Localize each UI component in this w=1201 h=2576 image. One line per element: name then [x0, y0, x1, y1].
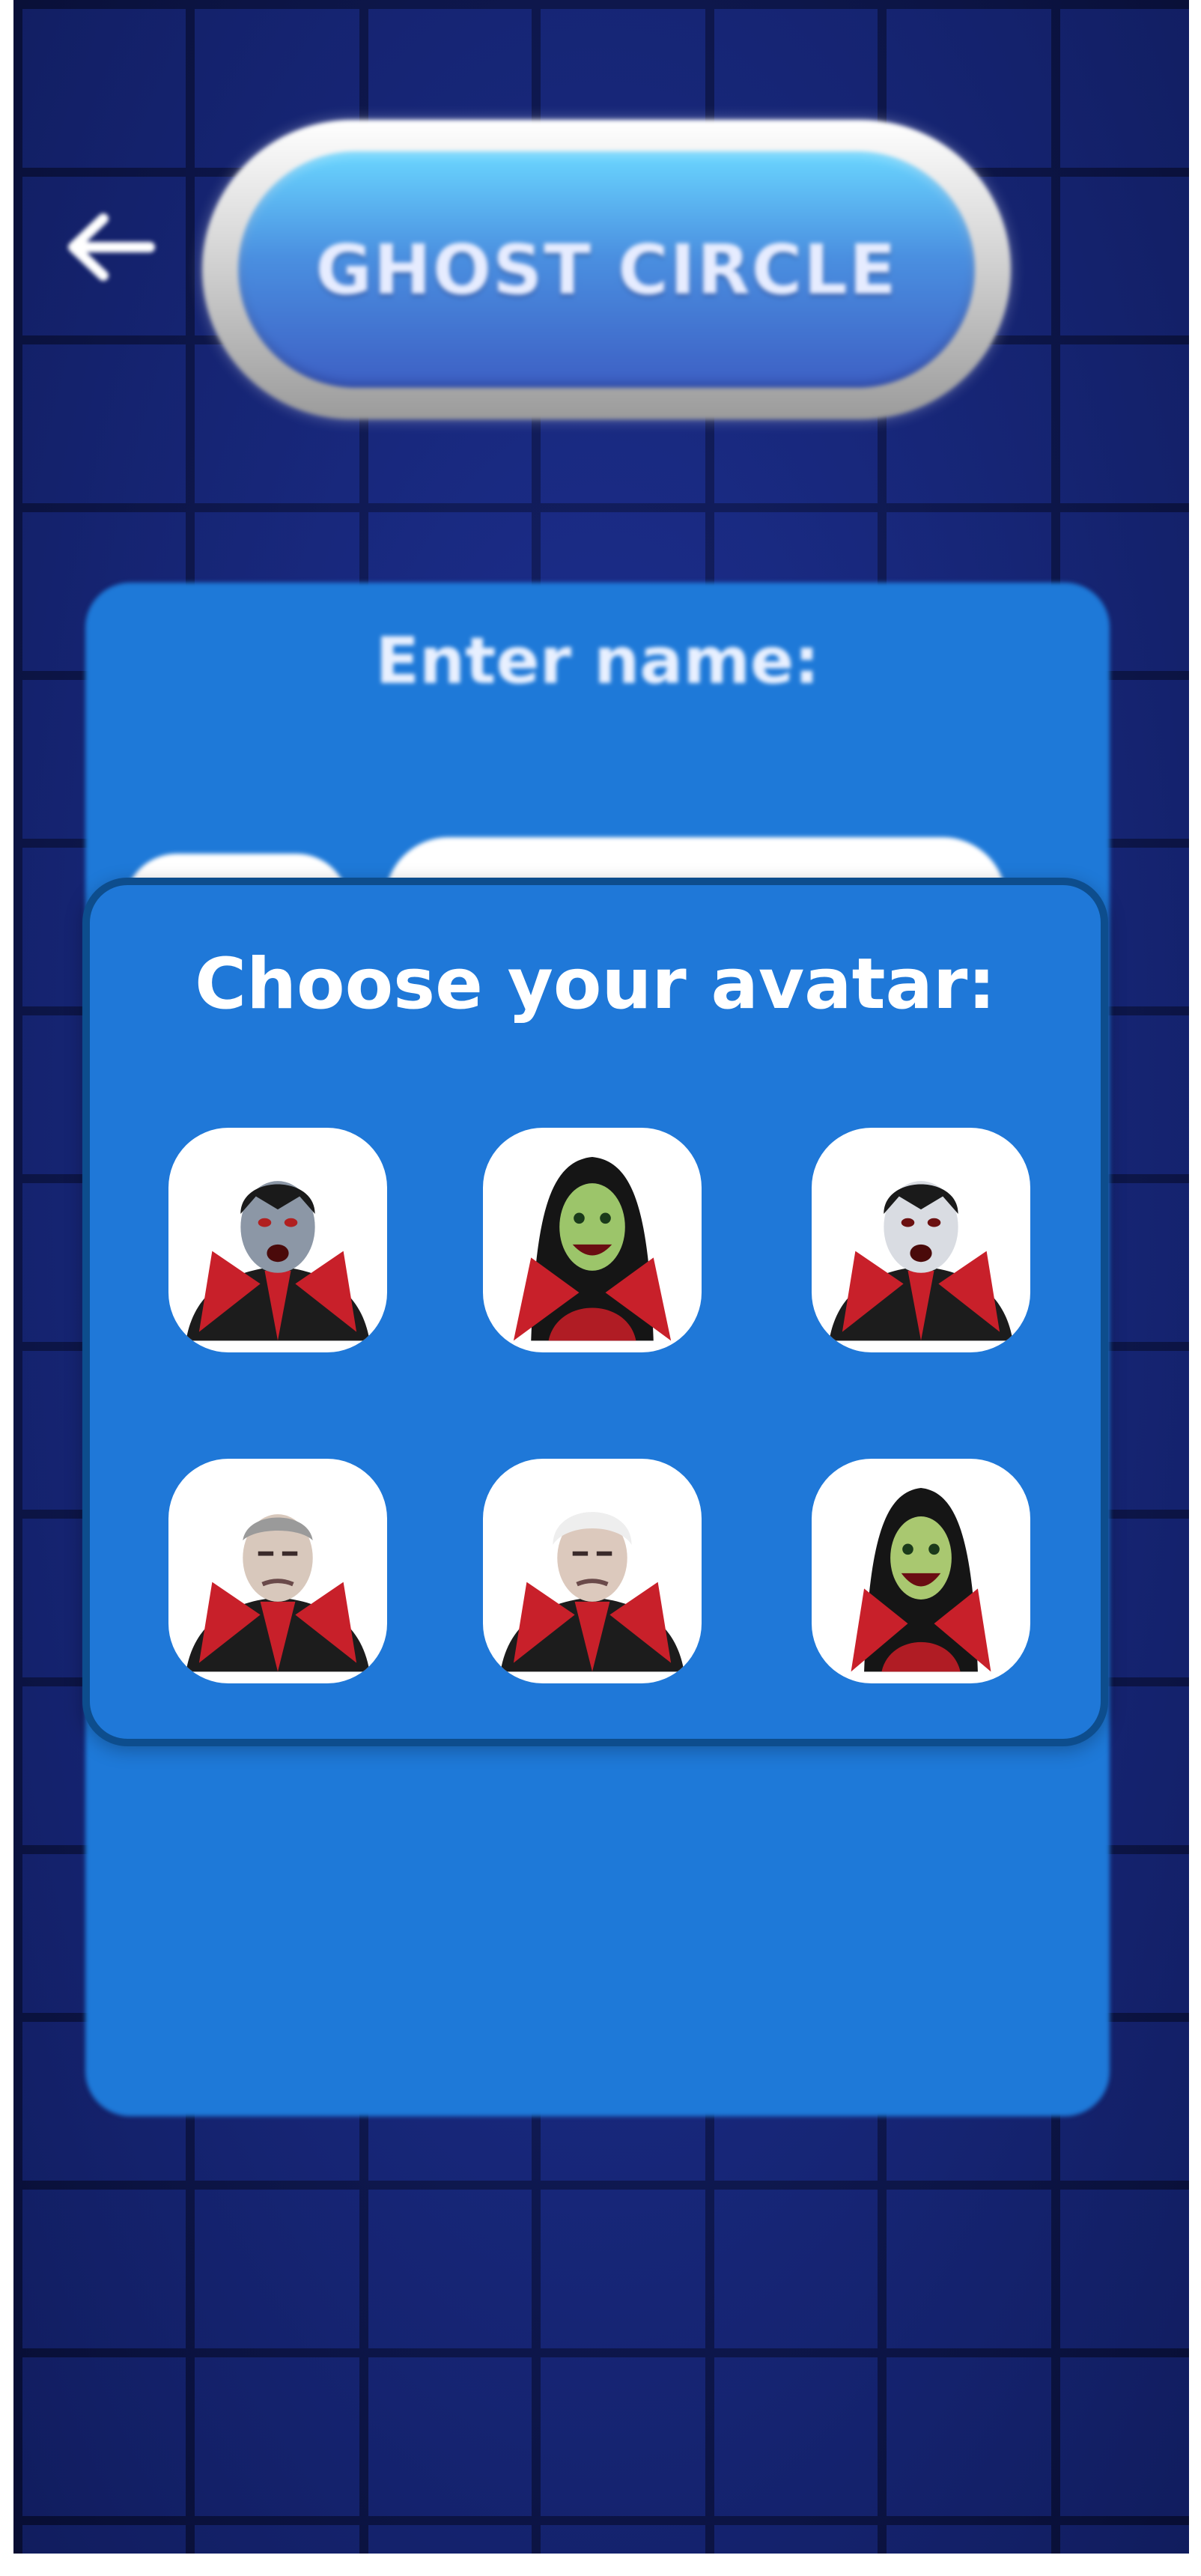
vampire-avatar-icon [186, 1181, 370, 1341]
avatar-picker-title: Choose your avatar: [195, 944, 996, 1025]
arrow-left-icon [68, 213, 155, 281]
avatar-option-1[interactable] [168, 1128, 387, 1352]
back-button[interactable] [52, 202, 165, 292]
avatar-option-2[interactable] [483, 1128, 702, 1352]
title-banner: GHOST CIRCLE [202, 120, 1011, 419]
title-banner-inner: GHOST CIRCLE [238, 151, 975, 388]
old-vampire-avatar-icon [500, 1512, 684, 1672]
name-label: Enter name: [375, 624, 820, 699]
vampire-woman-avatar-icon [851, 1488, 991, 1672]
game-screen: GHOST CIRCLE Enter name: Choose your ava… [13, 0, 1189, 2554]
old-vampire-avatar-icon [186, 1514, 370, 1672]
avatar-option-6[interactable] [812, 1459, 1030, 1683]
avatar-option-5[interactable] [483, 1459, 702, 1683]
avatar-picker-modal: Choose your avatar: [82, 878, 1108, 1746]
vampire-woman-avatar-icon [513, 1157, 672, 1341]
app-title: GHOST CIRCLE [315, 229, 898, 310]
avatar-option-4[interactable] [168, 1459, 387, 1683]
vampire-avatar-icon [829, 1181, 1013, 1341]
avatar-option-3[interactable] [812, 1128, 1030, 1352]
